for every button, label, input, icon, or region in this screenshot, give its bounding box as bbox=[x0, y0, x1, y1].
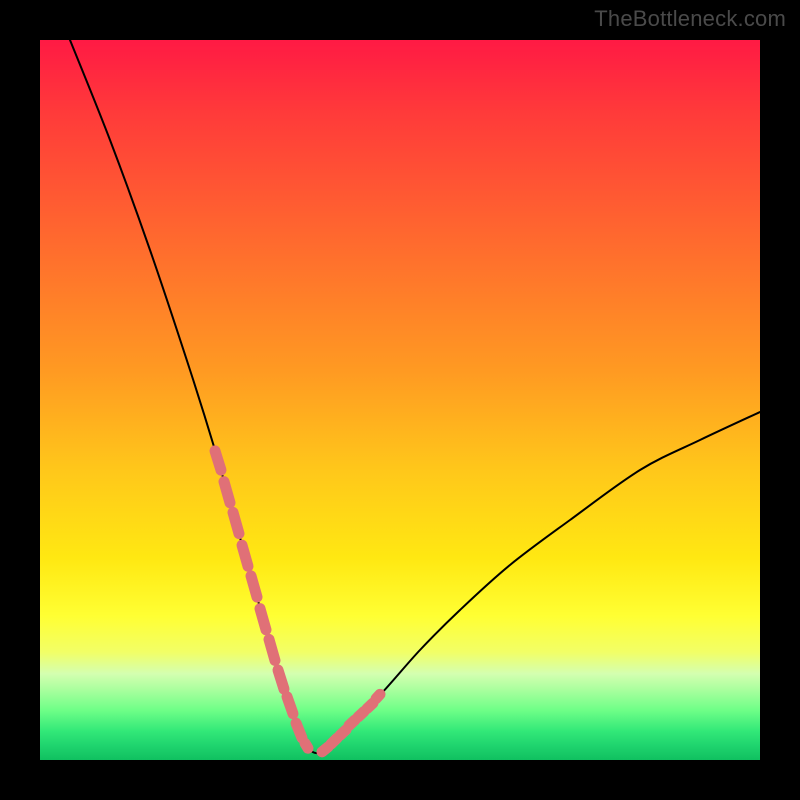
plot-area bbox=[40, 40, 760, 760]
curve-layer bbox=[40, 40, 760, 760]
highlight-dash bbox=[287, 697, 293, 714]
highlight-dash bbox=[340, 730, 346, 736]
highlight-dash bbox=[331, 738, 337, 744]
highlight-dash bbox=[296, 723, 302, 738]
highlight-dash bbox=[349, 720, 355, 726]
watermark: TheBottleneck.com bbox=[594, 6, 786, 32]
highlight-dash bbox=[260, 609, 266, 630]
curve-highlight-right bbox=[322, 694, 380, 752]
highlight-dash bbox=[215, 451, 221, 470]
bottleneck-curve bbox=[70, 40, 760, 753]
highlight-dash bbox=[367, 703, 373, 709]
highlight-dash bbox=[376, 694, 380, 698]
chart-frame: TheBottleneck.com bbox=[0, 0, 800, 800]
highlight-dash bbox=[224, 482, 230, 503]
highlight-dash bbox=[251, 576, 257, 597]
curve-highlight-left bbox=[215, 451, 308, 748]
highlight-dash bbox=[278, 670, 284, 689]
highlight-dash bbox=[322, 747, 328, 752]
highlight-dash bbox=[269, 639, 275, 660]
highlight-dash bbox=[242, 545, 248, 566]
highlight-dash bbox=[233, 512, 239, 533]
highlight-dash bbox=[358, 712, 364, 718]
highlight-dash bbox=[305, 743, 308, 748]
